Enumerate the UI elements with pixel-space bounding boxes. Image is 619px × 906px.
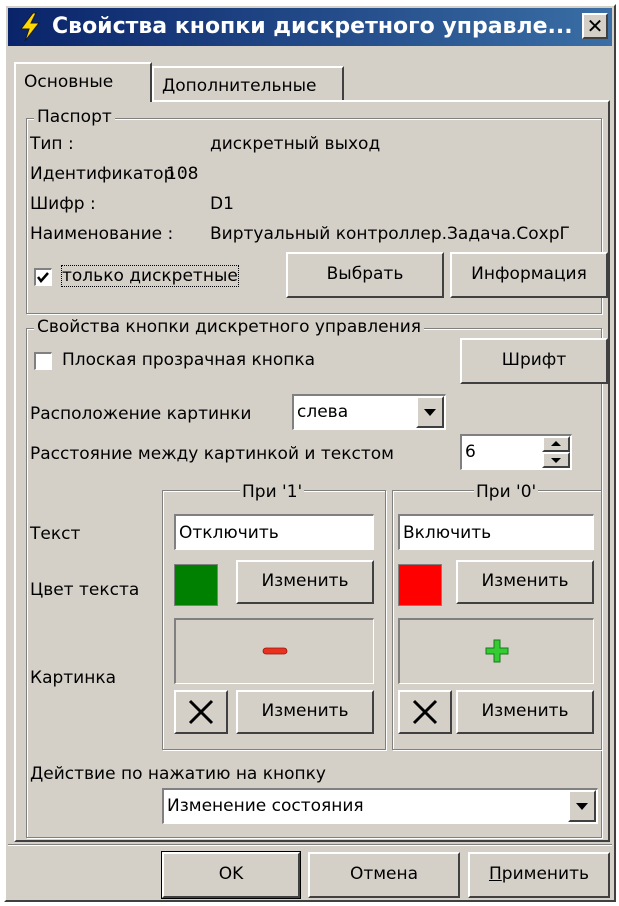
info-button[interactable]: Информация [450,252,608,298]
close-icon: ✕ [586,14,604,38]
cancel-button[interactable]: Отмена [308,852,460,898]
state1-text-input[interactable]: Отключить [174,514,374,550]
apply-button[interactable]: Применить [468,852,610,898]
state0-image-preview [398,618,594,684]
text-color-row-label: Цвет текста [30,580,140,600]
state0-change-image-button[interactable]: Изменить [456,690,594,734]
tab-main-label: Основные [24,72,114,92]
select-button[interactable]: Выбрать [286,252,444,298]
passport-legend: Паспорт [34,107,115,127]
code-value: D1 [210,194,234,214]
state1-change-color-button[interactable]: Изменить [236,560,374,604]
chevron-down-icon [576,803,588,810]
chevron-down-icon [424,409,436,416]
state1-text-value: Отключить [179,523,279,543]
only-discrete-label[interactable]: только дискретные [61,265,239,287]
apply-button-label: Применить [488,864,589,884]
clear-icon [188,699,214,725]
state0-color-swatch [398,564,442,606]
state1-color-swatch [174,564,218,606]
state1-change-image-button[interactable]: Изменить [236,690,374,734]
state1-change-color-label: Изменить [261,571,349,591]
state1-image-preview [174,618,374,684]
flat-transparent-checkbox[interactable] [34,352,52,370]
tab-additional[interactable]: Дополнительные [152,66,344,102]
action-label: Действие по нажатию на кнопку [30,764,326,784]
ok-button-label: OK [218,864,244,884]
flat-transparent-label: Плоская прозрачная кнопка [62,350,316,370]
action-select[interactable]: Изменение состояния [162,788,598,824]
arrow-up-icon [551,441,561,446]
state0-change-color-label: Изменить [481,571,569,591]
spacing-up-button[interactable] [542,436,570,452]
type-value: дискретный выход [210,134,381,154]
image-position-dropdown-button[interactable] [416,396,444,428]
font-button[interactable]: Шрифт [460,338,608,384]
state1-change-image-label: Изменить [261,701,349,721]
info-button-label: Информация [471,264,587,284]
clear-icon [412,699,438,725]
image-position-value: слева [297,402,349,422]
lightning-app-icon [20,12,41,42]
state0-text-input[interactable]: Включить [398,514,594,550]
state0-header: При '0' [474,482,539,502]
code-label: Шифр : [30,194,96,214]
plus-icon [485,639,509,663]
minus-icon [262,647,288,655]
image-row-label: Картинка [30,668,117,688]
id-value: 108 [166,164,199,184]
properties-legend: Свойства кнопки дискретного управления [34,317,424,337]
text-row-label: Текст [30,524,81,544]
spacing-label: Расстояние между картинкой и текстом [30,444,394,464]
state0-change-color-button[interactable]: Изменить [456,560,594,604]
action-value: Изменение состояния [167,796,364,816]
cancel-button-label: Отмена [349,864,419,884]
type-label: Тип : [30,134,74,154]
arrow-down-icon [551,458,561,463]
select-button-label: Выбрать [326,264,404,284]
state0-text-value: Включить [403,523,492,543]
footer-separator [8,844,612,846]
image-position-label: Расположение картинки [30,404,252,424]
id-label: Идентификатор : [30,164,186,184]
window-title: Свойства кнопки дискретного управле... [52,14,573,39]
font-button-label: Шрифт [501,350,567,370]
dialog-window: Свойства кнопки дискретного управле... ✕… [4,4,616,902]
spacing-value: 6 [465,442,476,462]
name-value: Виртуальный контроллер.Задача.СохрГ [210,224,570,244]
only-discrete-checkbox[interactable] [34,268,52,286]
state1-clear-image-button[interactable] [174,690,228,734]
name-label: Наименование : [30,224,174,244]
action-dropdown-button[interactable] [568,790,596,822]
tab-additional-label: Дополнительные [162,76,317,96]
state0-clear-image-button[interactable] [398,690,452,734]
state1-header: При '1' [240,482,305,502]
check-icon [37,272,49,283]
spacing-down-button[interactable] [542,452,570,468]
ok-button[interactable]: OK [161,851,301,899]
state0-change-image-label: Изменить [481,701,569,721]
title-bar[interactable]: Свойства кнопки дискретного управле... ✕ [8,8,612,46]
close-button[interactable]: ✕ [582,13,608,39]
tab-main[interactable]: Основные [14,62,152,102]
